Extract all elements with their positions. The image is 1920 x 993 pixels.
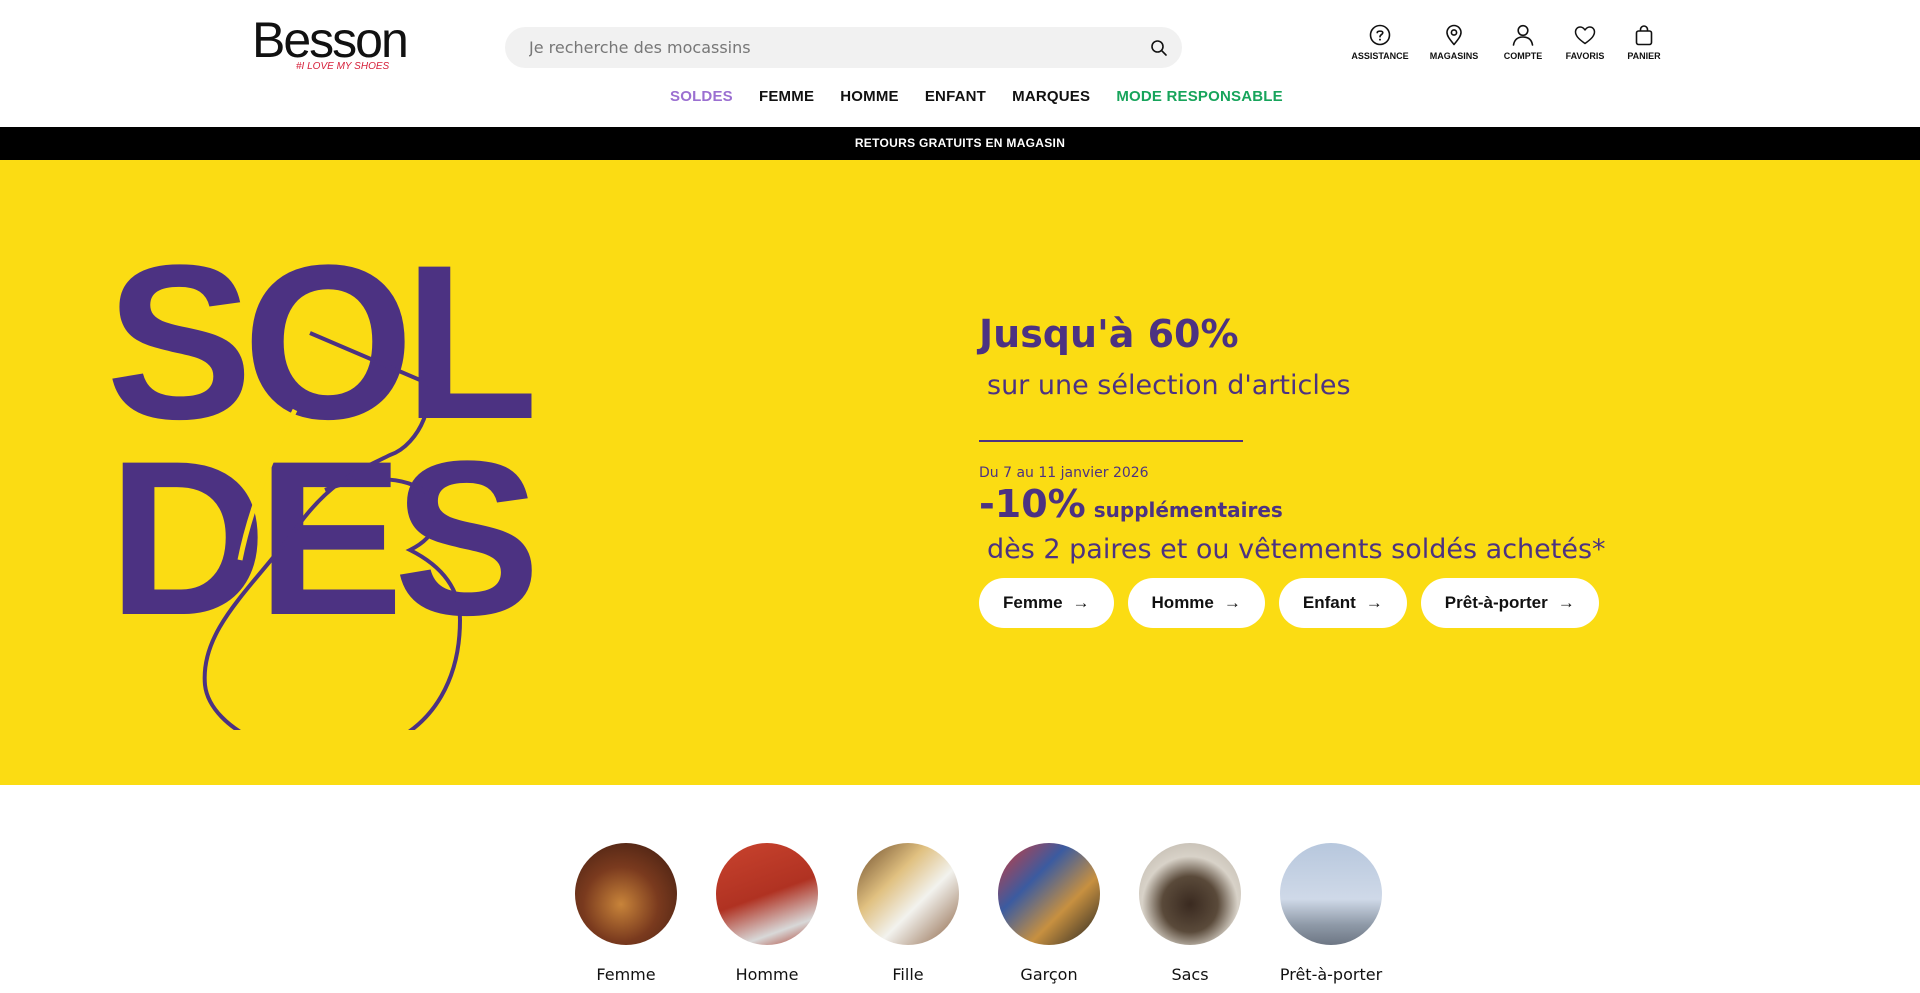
hero-condition: dès 2 paires et ou vêtements soldés ache… [987,534,1606,565]
favorites-link[interactable]: FAVORIS [1562,24,1608,70]
hero-button-label: Femme [1003,593,1063,612]
nav-item-mode-responsable[interactable]: MODE RESPONSABLE [1116,88,1283,105]
arrow-right-icon: → [1223,593,1241,612]
hero-headline: Jusqu'à 60% [979,312,1239,356]
hero-buttons: Femme → Homme → Enfant → Prêt-à-porter → [979,578,1613,628]
soldes-graphic: SOL DES [106,230,543,730]
hero-extra-discount: -10% supplémentaires [979,482,1283,526]
hero-button-pret-a-porter[interactable]: Prêt-à-porter → [1420,578,1599,628]
assistance-label: ASSISTANCE [1351,51,1409,61]
category-pret-a-porter[interactable]: Prêt-à-porter [1261,843,1401,984]
arrow-right-icon: → [1365,593,1383,612]
brand-name: Besson [252,12,409,68]
nav-item-marques[interactable]: MARQUES [1012,88,1090,105]
hero-button-homme[interactable]: Homme → [1127,578,1265,628]
hero-divider [979,440,1243,442]
category-fille[interactable]: Fille [838,843,978,984]
heart-icon [1574,26,1596,45]
cart-label: PANIER [1627,51,1661,61]
arrow-right-icon: → [1072,593,1090,612]
hero-subline: sur une sélection d'articles [987,370,1351,401]
brand-tagline: #I LOVE MY SHOES [296,61,390,72]
search-input[interactable] [529,27,1129,68]
nav-item-soldes[interactable]: SOLDES [670,88,733,105]
hero-dates: Du 7 au 11 janvier 2026 [979,465,1149,481]
category-garcon-image [998,843,1100,945]
category-homme-image [716,843,818,945]
page: Besson #I LOVE MY SHOES ASSISTANCE [0,0,1920,993]
category-label: Femme [596,965,656,984]
nav-item-enfant[interactable]: ENFANT [925,88,986,105]
cart-link[interactable]: PANIER [1623,24,1665,70]
user-icon [1512,24,1534,46]
category-sacs-image [1139,843,1241,945]
category-homme[interactable]: Homme [697,843,837,984]
main-nav: SOLDES FEMME HOMME ENFANT MARQUES MODE R… [0,86,1920,110]
hero-button-label: Enfant [1302,593,1356,612]
assistance-link[interactable]: ASSISTANCE [1340,24,1420,70]
hero-button-label: Homme [1151,593,1214,612]
favorites-label: FAVORIS [1565,51,1605,61]
category-pret-a-porter-image [1280,843,1382,945]
stores-label: MAGASINS [1429,51,1479,61]
site-header: Besson #I LOVE MY SHOES ASSISTANCE [0,0,1920,127]
category-femme-image [575,843,677,945]
category-label: Sacs [1171,965,1209,984]
hero-copy: Jusqu'à 60% sur une sélection d'articles… [979,160,1879,785]
category-label: Garçon [1020,965,1078,984]
hero-button-enfant[interactable]: Enfant → [1278,578,1407,628]
search-icon[interactable] [1150,39,1168,57]
category-garcon[interactable]: Garçon [979,843,1119,984]
soldes-graphic-line2: DES [108,415,533,661]
category-label: Prêt-à-porter [1279,965,1383,984]
promo-bar[interactable]: RETOURS GRATUITS EN MAGASIN [0,127,1920,160]
nav-item-femme[interactable]: FEMME [759,88,814,105]
account-link[interactable]: COMPTE [1498,24,1548,70]
hero-button-label: Prêt-à-porter [1444,593,1548,612]
map-pin-icon [1446,24,1462,46]
help-circle-icon [1369,24,1391,46]
stores-link[interactable]: MAGASINS [1424,24,1484,70]
nav-item-homme[interactable]: HOMME [840,88,899,105]
arrow-right-icon: → [1557,593,1575,612]
category-sacs[interactable]: Sacs [1120,843,1260,984]
category-label: Fille [892,965,924,984]
brand-logo[interactable]: Besson #I LOVE MY SHOES [252,14,422,78]
category-label: Homme [735,965,799,984]
hero-extra-small: supplémentaires [1093,498,1283,522]
category-femme[interactable]: Femme [556,843,696,984]
search-bar [505,27,1182,68]
category-fille-image [857,843,959,945]
hero-button-femme[interactable]: Femme → [979,578,1114,628]
hero-banner[interactable]: SOL DES Jusqu'à 60% sur une sélection d'… [0,160,1920,785]
shopping-bag-icon [1635,25,1653,46]
hero-extra-big: -10% [979,482,1086,526]
account-label: COMPTE [1503,51,1543,61]
